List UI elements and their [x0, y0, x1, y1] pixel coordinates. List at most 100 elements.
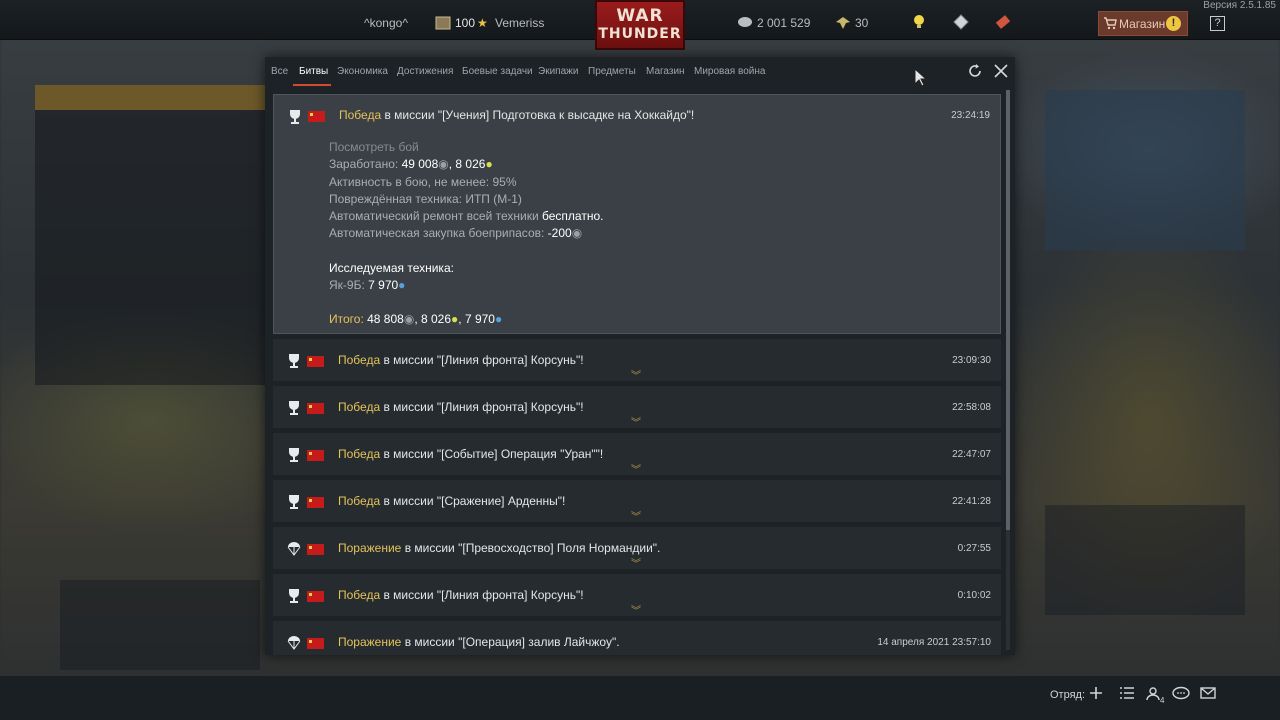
- battle-time: 14 апреля 2021 23:57:10: [877, 637, 991, 648]
- gold-balance: 30: [855, 16, 869, 30]
- list-item[interactable]: Победа в миссии "[Линия фронта] Корсунь"…: [273, 386, 1001, 429]
- activity-row: Активность в бою, не менее: 95%: [329, 174, 517, 189]
- friends-icon[interactable]: 4: [1146, 686, 1164, 705]
- scrollbar[interactable]: [1006, 90, 1010, 650]
- earned-row: Заработано: 49 008◉, 8 026●: [329, 157, 493, 172]
- battle-title: Победа в миссии "[Сражение] Арденны"!: [338, 494, 566, 508]
- list-item[interactable]: Победа в миссии "[Линия фронта] Корсунь"…: [273, 339, 1001, 382]
- rp-lightbulb-icon: ●: [485, 157, 493, 172]
- diamond-icon[interactable]: [953, 14, 969, 33]
- ussr-flag-icon: [307, 544, 324, 555]
- coupon-icon[interactable]: [995, 14, 1011, 33]
- ammo-row: Автоматическая закупка боеприпасов: -200…: [329, 226, 583, 241]
- battle-time: 22:47:07: [952, 449, 991, 460]
- list-item[interactable]: Победа в миссии "[Линия фронта] Корсунь"…: [273, 574, 1001, 617]
- mouse-cursor-icon: [914, 67, 928, 91]
- list-item[interactable]: Победа в миссии "[Сражение] Арденны"! 22…: [273, 480, 1001, 523]
- clan-name[interactable]: Vemeriss: [495, 16, 544, 30]
- battle-time: 22:41:28: [952, 496, 991, 507]
- battle-title: Поражение в миссии "[Операция] залив Лай…: [338, 635, 620, 649]
- version-label: Версия 2.5.1.85: [1203, 0, 1276, 11]
- parachute-icon: [287, 635, 301, 654]
- battle-time: 22:58:08: [952, 402, 991, 413]
- tab-achievements[interactable]: Достижения: [397, 66, 453, 77]
- battle-title: Победа в миссии "[Учения] Подготовка к в…: [339, 108, 695, 122]
- clan-count: 100: [455, 16, 476, 30]
- shop-button[interactable]: Магазин !: [1098, 11, 1188, 36]
- shop-alert-icon: !: [1166, 16, 1181, 31]
- close-icon[interactable]: [992, 63, 1010, 81]
- trophy-icon: [287, 588, 301, 607]
- ussr-flag-icon: [307, 356, 324, 367]
- tab-bar: Все Битвы Экономика Достижения Боевые за…: [265, 57, 1015, 86]
- ussr-flag-icon: [307, 497, 324, 508]
- add-squad-icon[interactable]: [1087, 686, 1105, 704]
- scrollbar-thumb[interactable]: [1006, 90, 1010, 530]
- expand-chevron-icon[interactable]: ︾: [631, 508, 641, 523]
- tab-world-war[interactable]: Мировая война: [694, 66, 765, 77]
- research-row: Як-9Б: 7 970●: [329, 278, 406, 293]
- golden-eagles-icon: [835, 16, 851, 33]
- list-icon[interactable]: [1118, 686, 1136, 704]
- expand-chevron-icon[interactable]: ︾: [631, 461, 641, 476]
- tab-crews[interactable]: Экипажи: [538, 66, 578, 77]
- trophy-icon: [287, 353, 301, 372]
- war-thunder-logo[interactable]: WAR THUNDER: [595, 0, 685, 50]
- silver-balance: 2 001 529: [757, 16, 811, 30]
- player-name[interactable]: ^kongo^: [364, 16, 408, 30]
- silver-lions-icon: ◉: [438, 157, 449, 172]
- shop-label: Магазин: [1119, 17, 1166, 31]
- battle-log-window: Все Битвы Экономика Достижения Боевые за…: [265, 57, 1015, 655]
- battle-details: Посмотреть бой Заработано: 49 008◉, 8 02…: [329, 139, 603, 329]
- repair-row: Автоматический ремонт всей техники беспл…: [329, 209, 604, 224]
- trophy-icon: [287, 494, 301, 513]
- view-battle-link[interactable]: Посмотреть бой: [329, 139, 603, 156]
- expand-chevron-icon[interactable]: ︾: [631, 414, 641, 429]
- background-bottom-panel: [60, 580, 260, 670]
- mail-icon[interactable]: [1199, 686, 1217, 704]
- background-right-bottom-panel: [1045, 505, 1245, 615]
- list-item[interactable]: Победа в миссии "[Событие] Операция "Ура…: [273, 433, 1001, 476]
- battle-title: Поражение в миссии "[Превосходство] Поля…: [338, 541, 661, 555]
- tab-economy[interactable]: Экономика: [337, 66, 388, 77]
- battle-time: 23:09:30: [952, 355, 991, 366]
- trophy-icon: [287, 447, 301, 466]
- trophy-icon: [287, 400, 301, 419]
- research-point-icon: ●: [494, 312, 503, 327]
- list-item[interactable]: Поражение в миссии "[Превосходство] Поля…: [273, 527, 1001, 570]
- battle-title: Победа в миссии "[Линия фронта] Корсунь"…: [338, 400, 584, 414]
- chat-icon[interactable]: [1172, 686, 1190, 704]
- damaged-row: Повреждённая техника: ИТП (М-1): [329, 191, 522, 206]
- bottom-bar: Отряд: 4: [0, 676, 1280, 720]
- active-tab-indicator: [293, 84, 331, 86]
- silver-lions-icon: ◉: [403, 312, 415, 327]
- background-right-panel: [1045, 90, 1245, 250]
- background-left-panel: [35, 85, 265, 385]
- lightbulb-icon[interactable]: [913, 14, 925, 33]
- silver-lions-icon: ◉: [571, 226, 583, 241]
- list-item[interactable]: Поражение в миссии "[Операция] залив Лай…: [273, 621, 1001, 655]
- battle-list: Победа в миссии "[Учения] Подготовка к в…: [273, 94, 1003, 655]
- cart-icon: [1103, 16, 1117, 33]
- tab-all[interactable]: Все: [271, 66, 288, 77]
- tab-battle-tasks[interactable]: Боевые задачи: [462, 66, 533, 77]
- tab-battles[interactable]: Битвы: [299, 66, 328, 77]
- expand-chevron-icon[interactable]: ︾: [631, 367, 641, 382]
- squad-label: Отряд:: [1050, 689, 1086, 701]
- battle-title: Победа в миссии "[Линия фронта] Корсунь"…: [338, 588, 584, 602]
- trophy-icon: [288, 109, 302, 128]
- tab-items[interactable]: Предметы: [588, 66, 636, 77]
- ussr-flag-icon: [307, 591, 324, 602]
- research-point-icon: ●: [398, 278, 406, 293]
- total-row: Итого: 48 808◉, 8 026●, 7 970●: [329, 312, 503, 327]
- star-icon: ★: [477, 16, 488, 30]
- help-button[interactable]: ?: [1210, 16, 1225, 31]
- battle-time: 0:27:55: [957, 543, 991, 554]
- clan-icon: [435, 16, 451, 33]
- refresh-icon[interactable]: [966, 63, 984, 81]
- battle-title: Победа в миссии "[Событие] Операция "Ура…: [338, 447, 604, 461]
- expand-chevron-icon[interactable]: ︾: [631, 602, 641, 617]
- list-item-expanded[interactable]: Победа в миссии "[Учения] Подготовка к в…: [273, 94, 1001, 334]
- tab-shop[interactable]: Магазин: [646, 66, 685, 77]
- expand-chevron-icon[interactable]: ︾: [631, 555, 641, 570]
